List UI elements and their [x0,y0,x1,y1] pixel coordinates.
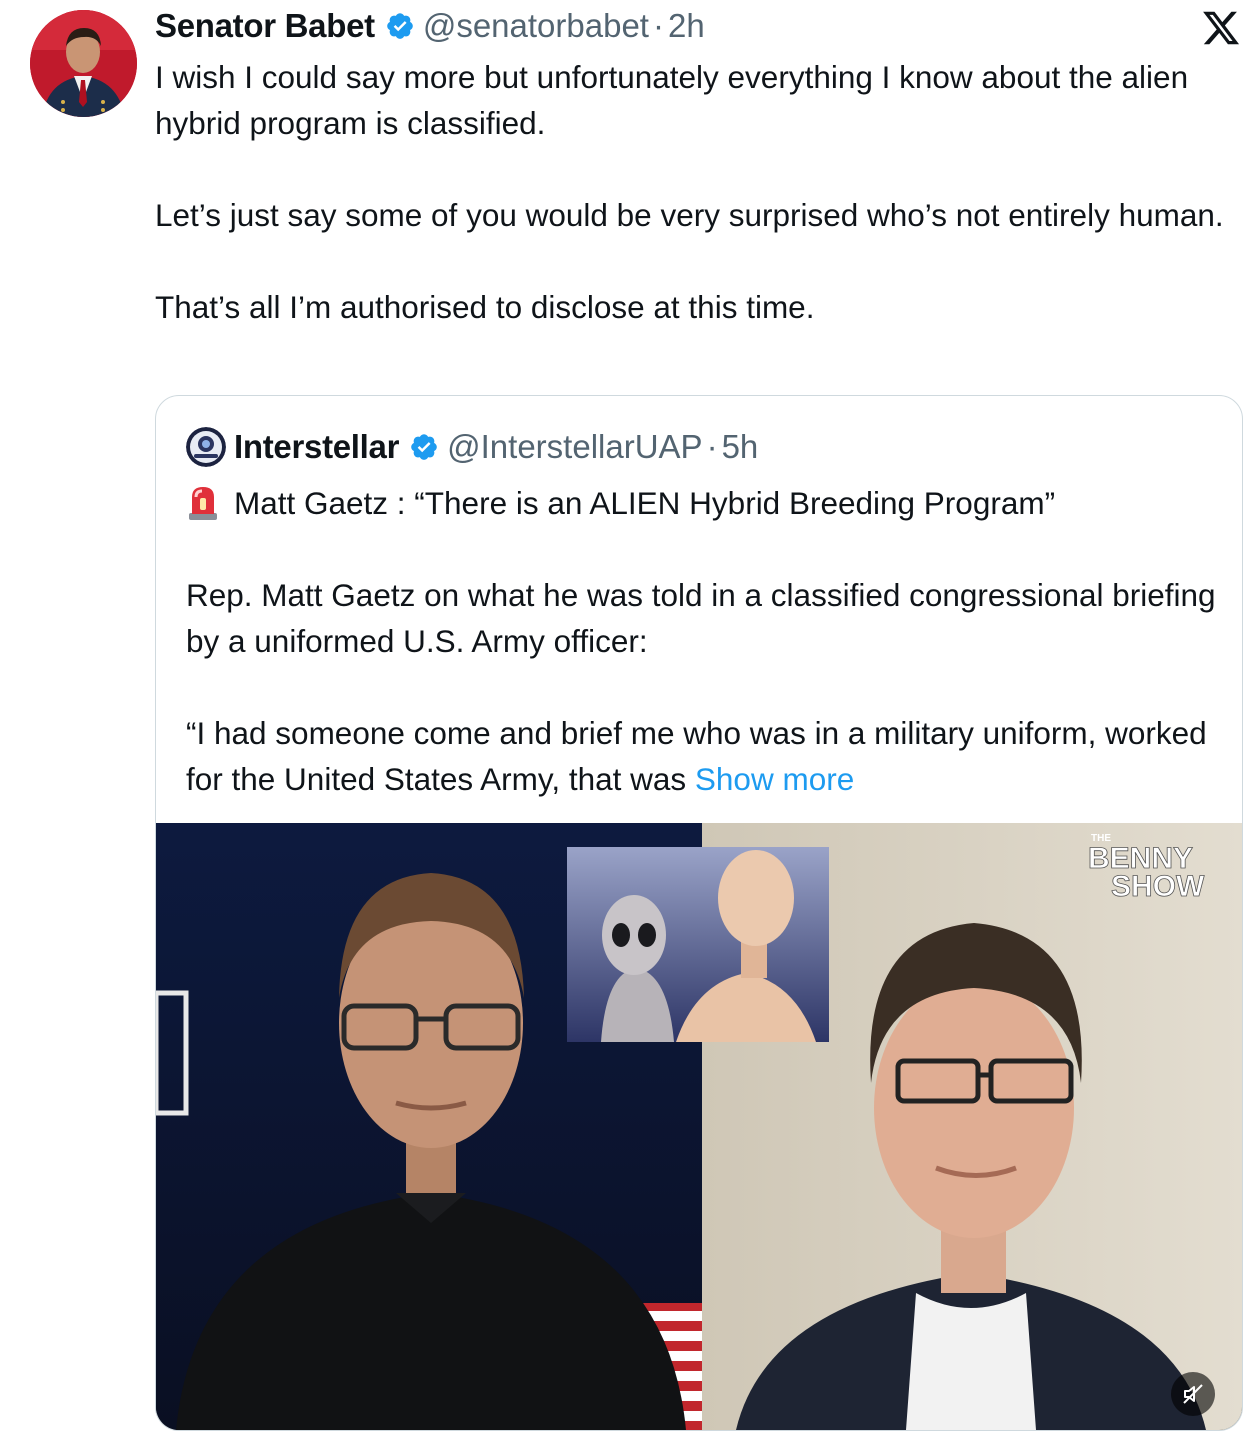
quoted-paragraph-truncated: “I had someone come and brief me who was… [186,710,1216,802]
mute-button[interactable] [1171,1372,1215,1416]
rotating-light-icon [189,487,217,520]
quoted-paragraph: Rep. Matt Gaetz on what he was told in a… [186,577,1216,659]
author-avatar[interactable] [30,10,137,117]
x-logo-icon[interactable] [1201,8,1241,48]
tweet-paragraph: Let’s just say some of you would be very… [155,197,1224,233]
inset-alien-image [567,847,829,1042]
show-more-link[interactable]: Show more [695,761,854,797]
video-frame: THE BENNY SHOW [156,823,1242,1430]
verified-badge-icon [411,434,437,460]
separator-dot: · [706,428,718,465]
author-name[interactable]: Senator Babet [155,7,375,45]
quoted-author-name[interactable]: Interstellar [234,428,399,466]
tweet-header: Senator Babet @senatorbabet · 2h [155,6,705,46]
watermark-line-2: SHOW [1111,870,1205,903]
tweet-time[interactable]: 2h [668,7,705,45]
quoted-tweet-header: Interstellar @InterstellarUAP · 5h [186,425,758,469]
tweet-paragraph: That’s all I’m authorised to disclose at… [155,289,815,325]
mute-icon [1183,1384,1203,1404]
verified-badge-icon [387,13,413,39]
quoted-headline: Matt Gaetz : “There is an ALIEN Hybrid B… [234,485,1056,521]
author-handle[interactable]: @senatorbabet [423,7,649,45]
separator-dot: · [652,7,664,44]
quoted-author-handle[interactable]: @InterstellarUAP [447,428,702,466]
quoted-headline-row: Matt Gaetz : “There is an ALIEN Hybrid B… [186,480,1216,526]
quoted-tweet-text: Matt Gaetz : “There is an ALIEN Hybrid B… [186,480,1216,802]
video-thumbnail[interactable]: THE BENNY SHOW [156,823,1242,1430]
quoted-tweet-card[interactable]: Interstellar @InterstellarUAP · 5h Matt … [155,395,1243,1431]
tweet-text: I wish I could say more but unfortunatel… [155,54,1245,330]
quoted-author-avatar[interactable] [186,427,226,467]
tweet-paragraph: I wish I could say more but unfortunatel… [155,59,1189,141]
quoted-tweet-time[interactable]: 5h [722,428,759,466]
